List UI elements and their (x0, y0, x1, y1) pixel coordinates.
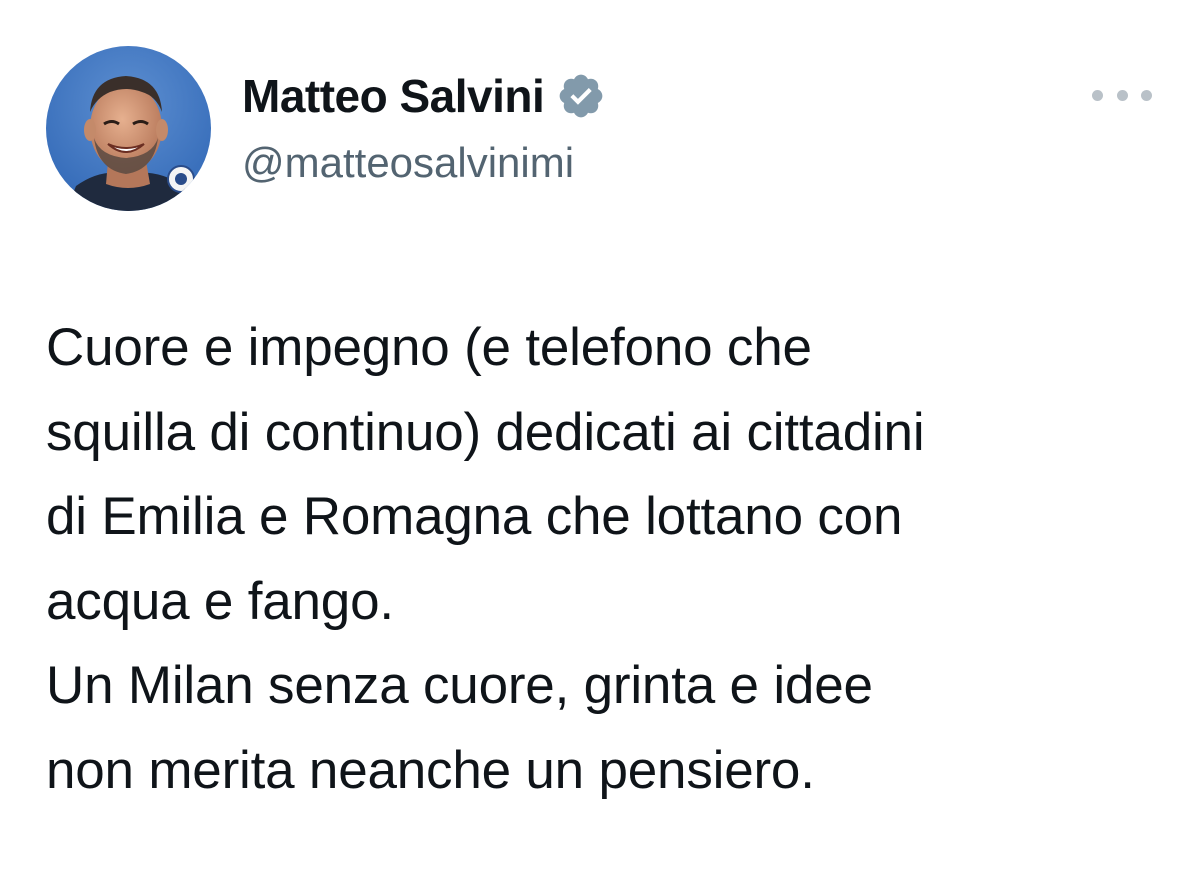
more-options-button[interactable] (1092, 80, 1152, 110)
more-horizontal-icon (1141, 89, 1152, 101)
tweet-text-line: di Emilia e Romagna che lottano con (46, 487, 903, 546)
tweet-text-line: Un Milan senza cuore, grinta e idee (46, 656, 873, 715)
author-block: Matteo Salvini @matteosalvinimi (242, 66, 606, 192)
tweet-text-line: squilla di continuo) dedicati ai cittadi… (46, 402, 925, 462)
profile-photo-icon (46, 46, 211, 211)
name-row: Matteo Salvini (242, 66, 606, 126)
tweet-text-line: Cuore e impegno (e telefono che (46, 318, 812, 377)
tweet-text-line: non merita neanche un pensiero. (46, 740, 815, 800)
tweet-text: Cuore e impegno (e telefono che squilla … (46, 306, 1166, 813)
more-horizontal-icon (1092, 89, 1103, 101)
more-horizontal-icon (1116, 89, 1128, 101)
tweet-card: Matteo Salvini @matteosalvinimi Cuore e … (0, 0, 1200, 890)
verified-badge-icon (556, 71, 606, 121)
display-name[interactable]: Matteo Salvini (242, 66, 545, 126)
user-handle[interactable]: @matteosalvinimi (242, 134, 606, 192)
avatar[interactable] (46, 46, 211, 211)
tweet-text-line: acqua e fango. (46, 571, 394, 631)
